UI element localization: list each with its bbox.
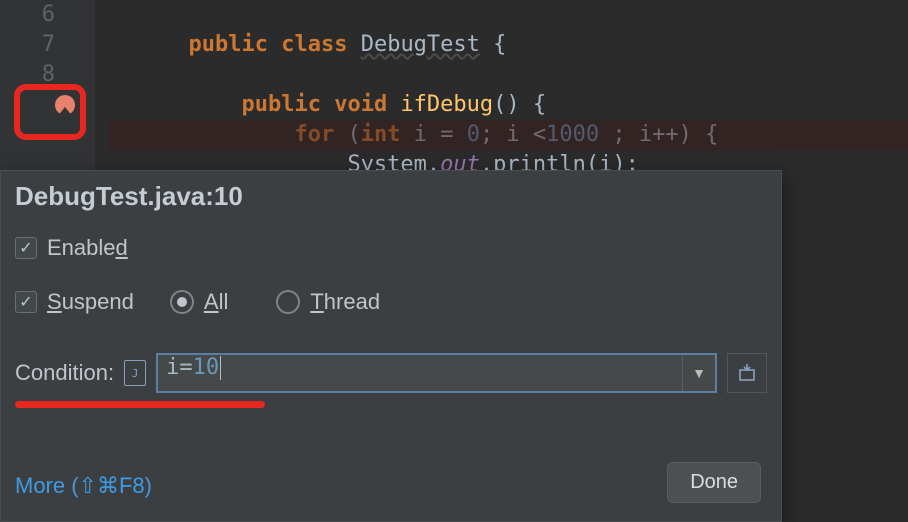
suspend-thread-radio[interactable] xyxy=(276,290,300,314)
line-number: 6 xyxy=(0,0,55,30)
line-number: 7 xyxy=(0,30,55,60)
suspend-thread-label: Thread xyxy=(310,289,380,315)
java-file-icon: J xyxy=(124,360,146,386)
chevron-down-icon[interactable]: ▼ xyxy=(682,355,715,391)
expand-condition-button[interactable] xyxy=(727,353,767,393)
suspend-all-label: All xyxy=(204,289,228,315)
enabled-checkbox[interactable] xyxy=(15,237,37,259)
code-area[interactable]: public class DebugTest { public void ifD… xyxy=(95,0,908,170)
suspend-label: Suspend xyxy=(47,289,134,315)
breakpoint-popup: DebugTest.java:10 Enabled Suspend All Th… xyxy=(0,170,782,522)
suspend-checkbox[interactable] xyxy=(15,291,37,313)
condition-row: Condition: J i=10 ▼ xyxy=(15,353,767,393)
condition-field[interactable]: i=10 ▼ xyxy=(156,353,717,393)
annotation-box xyxy=(14,84,86,140)
done-button[interactable]: Done xyxy=(667,462,761,503)
enabled-row: Enabled xyxy=(15,235,767,261)
annotation-underline xyxy=(15,401,265,408)
more-link[interactable]: More (⇧⌘F8) xyxy=(15,473,152,499)
suspend-all-radio[interactable] xyxy=(170,290,194,314)
condition-label: Condition: xyxy=(15,360,114,386)
enabled-label: Enabled xyxy=(47,235,128,261)
popup-title: DebugTest.java:10 xyxy=(15,181,243,212)
condition-input[interactable]: i=10 xyxy=(158,355,682,391)
suspend-row: Suspend All Thread xyxy=(15,289,767,315)
